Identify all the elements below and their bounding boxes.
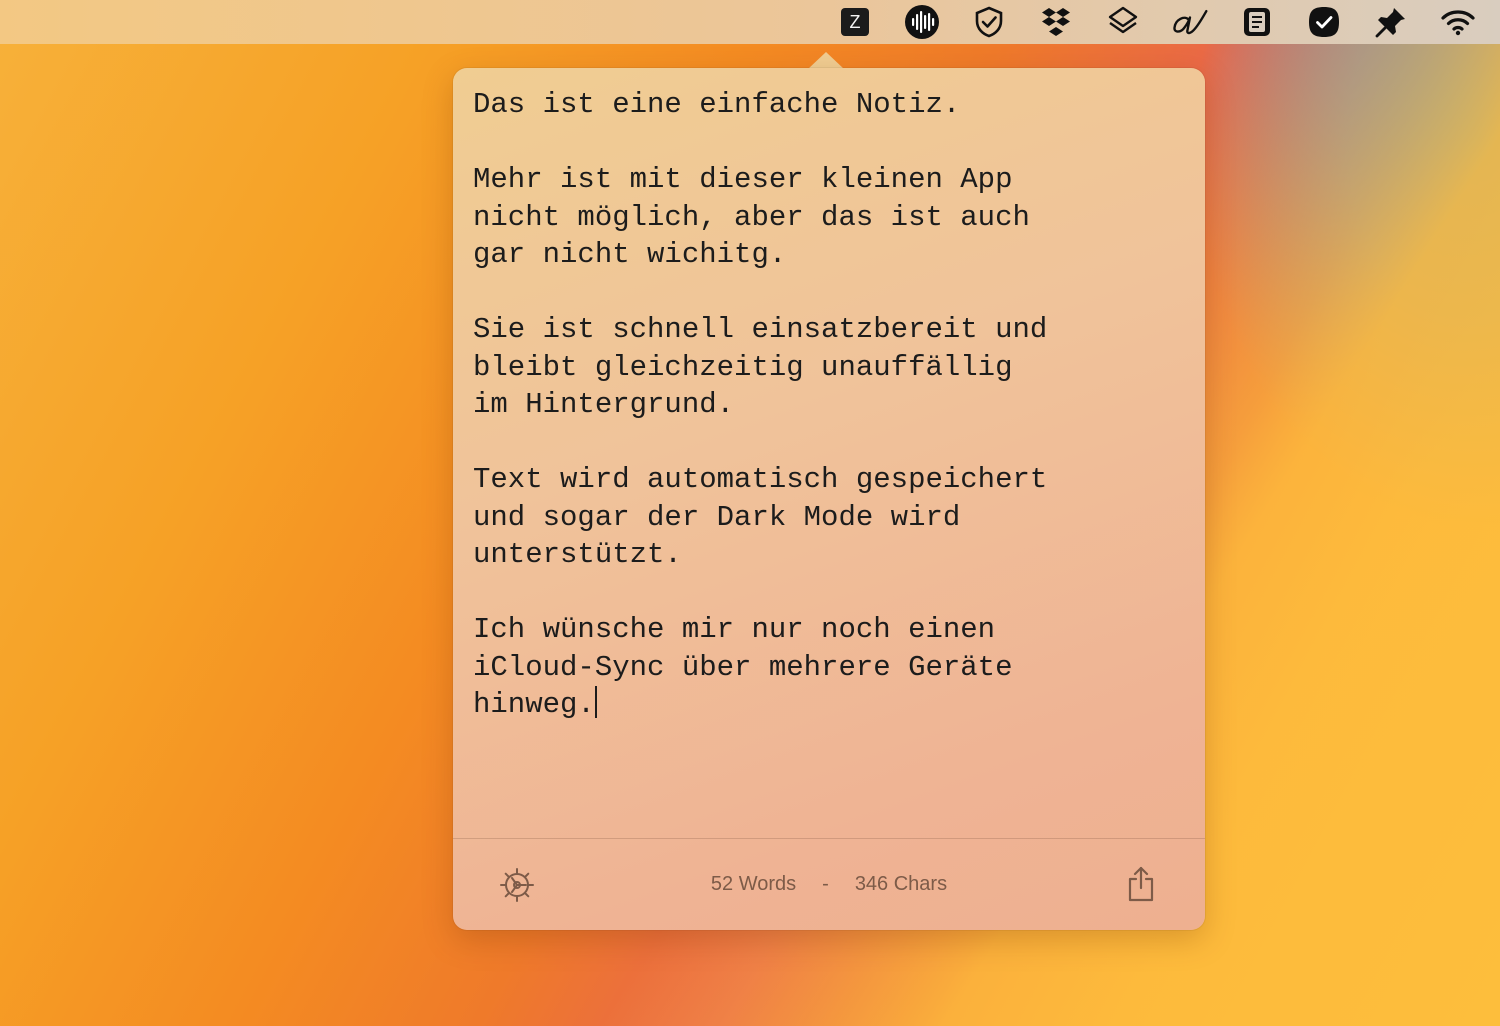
menu-bar: Z [0,0,1500,44]
popover-arrow [808,52,844,69]
share-button[interactable] [1121,862,1161,906]
note-text: Das ist eine einfache Notiz. Mehr ist mi… [473,88,1048,721]
pin-icon[interactable] [1371,2,1411,42]
note-text-editor[interactable]: Das ist eine einfache Notiz. Mehr ist mi… [473,86,1183,724]
handwriting-a-icon[interactable] [1170,2,1210,42]
char-count: 346 Chars [854,872,948,895]
clipboard-icon[interactable] [1237,2,1277,42]
z-app-glyph: Z [841,8,869,36]
checkmark-circle-icon[interactable] [1304,2,1344,42]
share-icon [1128,866,1154,902]
note-popover: Das ist eine einfache Notiz. Mehr ist mi… [453,68,1205,930]
shield-check-icon[interactable] [969,2,1009,42]
word-count: 52 Words [710,872,797,895]
word-char-count: 52 Words - 346 Chars [453,868,1205,900]
z-app-icon[interactable]: Z [835,2,875,42]
text-cursor [594,686,597,718]
footer-divider [453,838,1205,839]
count-separator: - [822,872,829,895]
audio-waveform-icon[interactable] [902,2,942,42]
dropbox-icon[interactable] [1036,2,1076,42]
layers-icon[interactable] [1103,2,1143,42]
wifi-icon[interactable] [1438,2,1478,42]
